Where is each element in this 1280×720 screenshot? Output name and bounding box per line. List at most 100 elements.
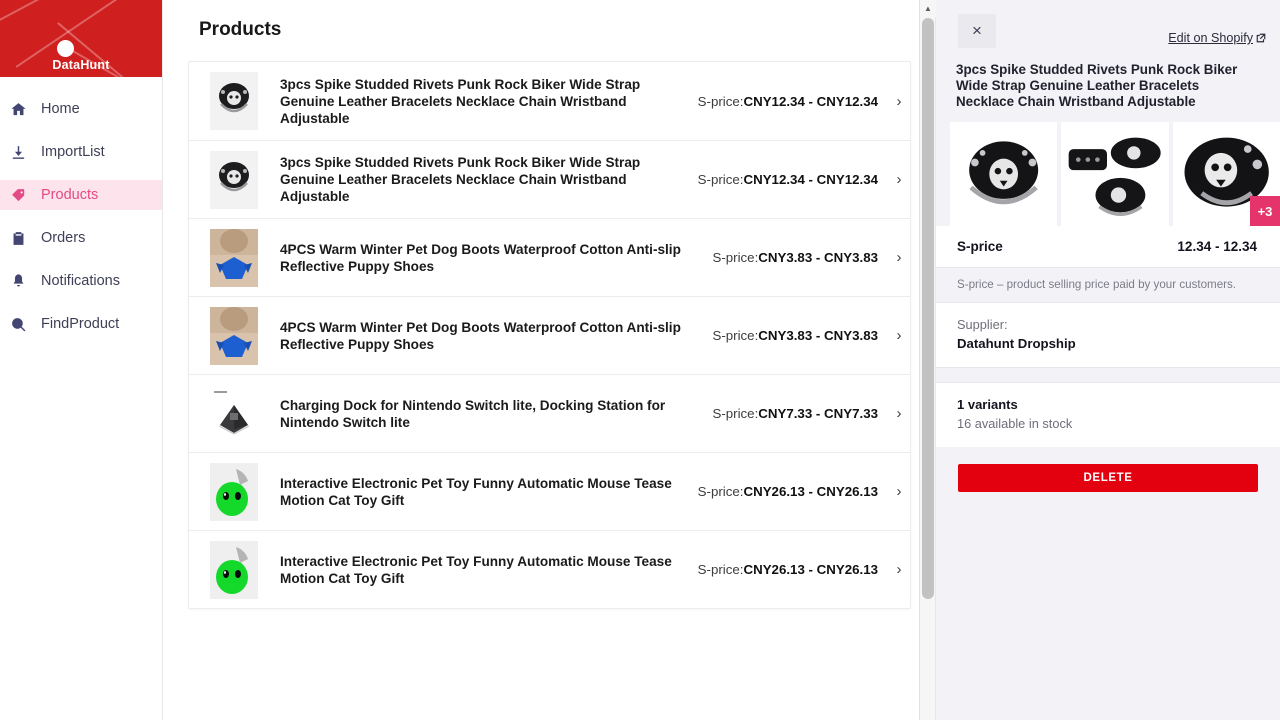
sprice-label: S-price: [957, 239, 1003, 254]
chevron-right-icon[interactable]: ›: [888, 171, 910, 188]
variants-count: 1 variants: [957, 395, 1259, 414]
price-tag-icon: [9, 186, 28, 205]
table-row[interactable]: Charging Dock for Nintendo Switch lite, …: [189, 374, 910, 452]
product-title: Interactive Electronic Pet Toy Funny Aut…: [280, 553, 698, 587]
sprice-row: S-price 12.34 - 12.34: [936, 226, 1280, 267]
delete-button[interactable]: DELETE: [958, 464, 1258, 492]
edit-on-shopify-link[interactable]: Edit on Shopify: [1168, 31, 1266, 45]
sidebar-item-label: ImportList: [41, 144, 105, 160]
sidebar-nav: Home ImportList Products Orders: [0, 77, 162, 339]
table-row[interactable]: Interactive Electronic Pet Toy Funny Aut…: [189, 452, 910, 530]
table-row[interactable]: 4PCS Warm Winter Pet Dog Boots Waterproo…: [189, 296, 910, 374]
chevron-right-icon[interactable]: ›: [888, 483, 910, 500]
supplier-value: Datahunt Dropship: [957, 334, 1259, 353]
delete-section: DELETE: [936, 447, 1280, 720]
page-title: Products: [163, 0, 935, 41]
sidebar-item-label: Products: [41, 187, 98, 203]
download-icon: [9, 143, 28, 162]
sprice-note: S-price – product selling price paid by …: [936, 267, 1280, 303]
stock-text: 16 available in stock: [957, 414, 1259, 433]
sidebar-item-label: FindProduct: [41, 316, 119, 332]
gallery-thumb-3[interactable]: +3: [1173, 122, 1280, 226]
price-prefix: S-price:: [698, 562, 744, 577]
supplier-label: Supplier:: [957, 315, 1259, 334]
product-title: 3pcs Spike Studded Rivets Punk Rock Bike…: [280, 76, 698, 127]
product-thumbnail: [210, 307, 258, 365]
product-title: 3pcs Spike Studded Rivets Punk Rock Bike…: [280, 154, 698, 205]
product-title: 4PCS Warm Winter Pet Dog Boots Waterproo…: [280, 241, 712, 275]
price-value: CNY3.83 - CNY3.83: [758, 328, 878, 343]
price-prefix: S-price:: [712, 328, 758, 343]
sidebar-item-label: Notifications: [41, 273, 120, 289]
variants-section: 1 variants 16 available in stock: [936, 383, 1280, 447]
product-list: 3pcs Spike Studded Rivets Punk Rock Bike…: [188, 61, 911, 609]
sidebar: DataHunt Home ImportList Products: [0, 0, 163, 720]
scroll-up-arrow-icon[interactable]: ▲: [920, 0, 936, 17]
chevron-right-icon[interactable]: ›: [888, 561, 910, 578]
price-prefix: S-price:: [712, 250, 758, 265]
close-icon[interactable]: ×: [958, 14, 996, 48]
main-scrollbar[interactable]: ▲: [919, 0, 935, 720]
panel-product-title: 3pcs Spike Studded Rivets Punk Rock Bike…: [936, 48, 1280, 110]
table-row[interactable]: 3pcs Spike Studded Rivets Punk Rock Bike…: [189, 62, 910, 140]
sidebar-item-label: Home: [41, 101, 80, 117]
price-value: CNY26.13 - CNY26.13: [743, 562, 878, 577]
logo-dot-icon: [57, 40, 74, 57]
sidebar-item-orders[interactable]: Orders: [0, 223, 162, 253]
search-icon: [9, 315, 28, 334]
edit-on-shopify-label: Edit on Shopify: [1168, 31, 1253, 45]
table-row[interactable]: 4PCS Warm Winter Pet Dog Boots Waterproo…: [189, 218, 910, 296]
gallery-thumb-2[interactable]: [1061, 122, 1168, 226]
product-price: S-price:CNY7.33 - CNY7.33: [712, 406, 878, 421]
sidebar-item-findproduct[interactable]: FindProduct: [0, 309, 162, 339]
gallery-thumb-1[interactable]: [950, 122, 1057, 226]
chevron-right-icon[interactable]: ›: [888, 93, 910, 110]
product-title: 4PCS Warm Winter Pet Dog Boots Waterproo…: [280, 319, 712, 353]
price-value: CNY12.34 - CNY12.34: [743, 94, 878, 109]
product-price: S-price:CNY3.83 - CNY3.83: [712, 250, 878, 265]
main-content: Products 3pcs Spike Studded Rivets Punk …: [163, 0, 936, 720]
product-price: S-price:CNY26.13 - CNY26.13: [698, 562, 878, 577]
chevron-right-icon[interactable]: ›: [888, 405, 910, 422]
bell-icon: [9, 272, 28, 291]
sidebar-item-home[interactable]: Home: [0, 94, 162, 124]
product-thumbnail: [210, 541, 258, 599]
price-value: CNY7.33 - CNY7.33: [758, 406, 878, 421]
table-row[interactable]: Interactive Electronic Pet Toy Funny Aut…: [189, 530, 910, 608]
section-divider: [936, 367, 1280, 383]
product-thumbnail: [210, 151, 258, 209]
panel-header: × Edit on Shopify: [936, 0, 1280, 48]
sprice-value: 12.34 - 12.34: [1177, 239, 1257, 254]
product-thumbnail: [210, 72, 258, 130]
product-price: S-price:CNY3.83 - CNY3.83: [712, 328, 878, 343]
product-thumbnail: [210, 385, 258, 443]
external-link-icon: [1256, 33, 1266, 43]
supplier-section: Supplier: Datahunt Dropship: [936, 303, 1280, 367]
product-detail-panel: × Edit on Shopify 3pcs Spike Studded Riv…: [936, 0, 1280, 720]
sidebar-item-importlist[interactable]: ImportList: [0, 137, 162, 167]
product-price: S-price:CNY26.13 - CNY26.13: [698, 484, 878, 499]
product-title: Interactive Electronic Pet Toy Funny Aut…: [280, 475, 698, 509]
product-gallery: +3: [936, 110, 1280, 226]
price-value: CNY12.34 - CNY12.34: [743, 172, 878, 187]
product-price: S-price:CNY12.34 - CNY12.34: [698, 94, 878, 109]
product-title: Charging Dock for Nintendo Switch lite, …: [280, 397, 712, 431]
brand-logo[interactable]: DataHunt: [0, 0, 162, 77]
price-value: CNY26.13 - CNY26.13: [743, 484, 878, 499]
scrollbar-thumb[interactable]: [922, 18, 934, 599]
price-prefix: S-price:: [698, 94, 744, 109]
sidebar-item-label: Orders: [41, 230, 85, 246]
sidebar-item-products[interactable]: Products: [0, 180, 162, 210]
gallery-more-badge[interactable]: +3: [1250, 196, 1280, 226]
price-value: CNY3.83 - CNY3.83: [758, 250, 878, 265]
chevron-right-icon[interactable]: ›: [888, 249, 910, 266]
home-icon: [9, 100, 28, 119]
chevron-right-icon[interactable]: ›: [888, 327, 910, 344]
app-root: DataHunt Home ImportList Products: [0, 0, 1280, 720]
product-thumbnail: [210, 463, 258, 521]
price-prefix: S-price:: [712, 406, 758, 421]
clipboard-icon: [9, 229, 28, 248]
table-row[interactable]: 3pcs Spike Studded Rivets Punk Rock Bike…: [189, 140, 910, 218]
product-thumbnail: [210, 229, 258, 287]
sidebar-item-notifications[interactable]: Notifications: [0, 266, 162, 296]
